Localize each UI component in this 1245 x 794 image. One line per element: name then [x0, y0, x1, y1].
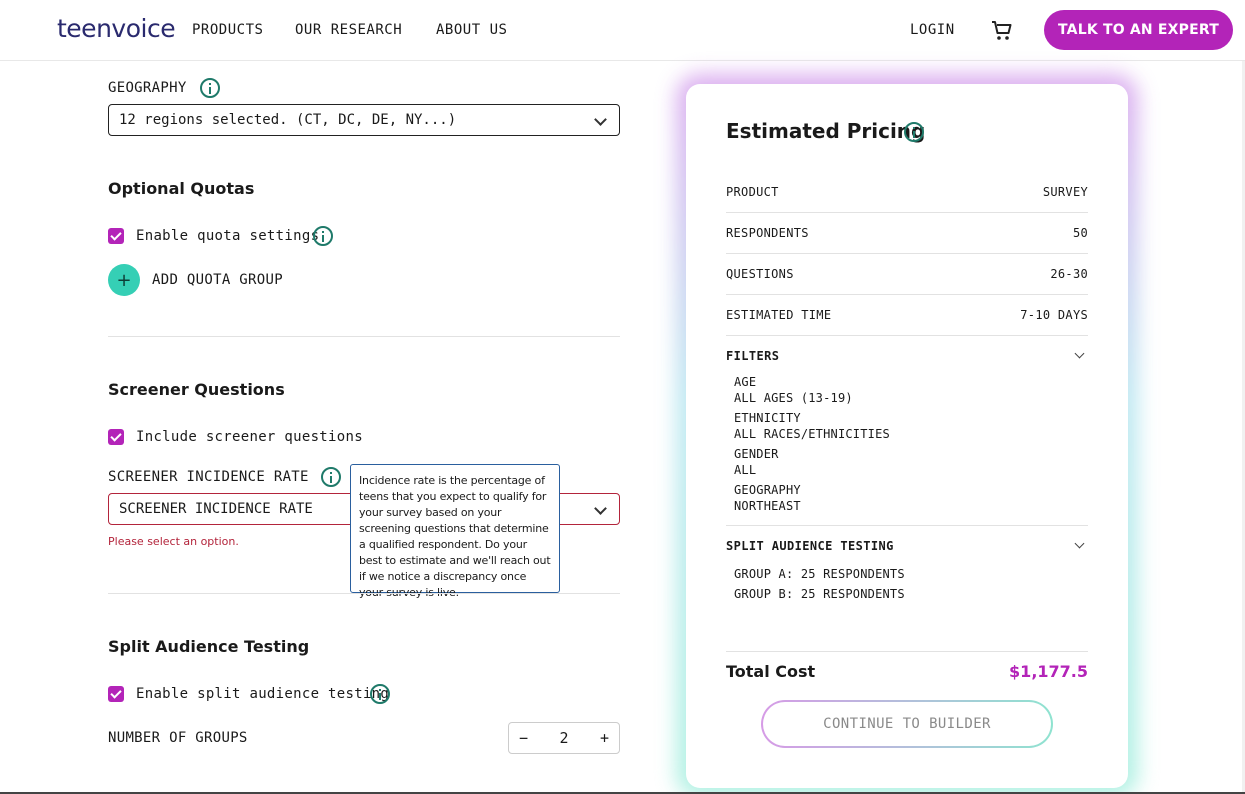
logo-text: teenvoice	[57, 13, 176, 43]
split-group-item: GROUP B: 25 RESPONDENTS	[734, 587, 905, 601]
pricing-info-icon[interactable]	[904, 122, 924, 142]
pricing-row: ESTIMATED TIME 7-10 DAYS	[726, 295, 1088, 336]
enable-quota-label: Enable quota settings	[136, 228, 320, 244]
cart-icon[interactable]	[990, 19, 1014, 43]
nav-about-us[interactable]: ABOUT US	[436, 22, 507, 38]
filter-value: ALL	[734, 463, 757, 477]
top-header: teenvoice PRODUCTS OUR RESEARCH ABOUT US…	[0, 0, 1245, 61]
optional-quotas-title: Optional Quotas	[108, 179, 255, 198]
pricing-row-value: 26-30	[1050, 267, 1088, 281]
quota-info-icon[interactable]	[313, 226, 333, 246]
screener-error-message: Please select an option.	[108, 535, 239, 548]
geography-select[interactable]: 12 regions selected. (CT, DC, DE, NY...)	[108, 104, 620, 136]
divider	[108, 336, 620, 337]
filter-name: GEOGRAPHY	[734, 483, 801, 497]
add-quota-group-label[interactable]: ADD QUOTA GROUP	[152, 272, 283, 288]
pricing-row-label: RESPONDENTS	[726, 226, 809, 240]
include-screener-checkbox[interactable]	[108, 429, 124, 445]
nav-products[interactable]: PRODUCTS	[192, 22, 263, 38]
geography-info-icon[interactable]	[200, 78, 220, 98]
plus-icon: +	[116, 269, 132, 291]
pricing-row: QUESTIONS 26-30	[726, 254, 1088, 295]
split-group-item: GROUP A: 25 RESPONDENTS	[734, 567, 905, 581]
include-screener-label: Include screener questions	[136, 429, 363, 445]
add-quota-group-button[interactable]: +	[108, 264, 140, 296]
geography-select-value: 12 regions selected. (CT, DC, DE, NY...)	[119, 112, 457, 128]
split-testing-heading[interactable]: SPLIT AUDIENCE TESTING	[726, 539, 894, 553]
filter-item: GENDER ALL	[734, 446, 779, 478]
nav-login[interactable]: LOGIN	[910, 22, 955, 38]
nav-our-research[interactable]: OUR RESEARCH	[295, 22, 402, 38]
enable-split-label: Enable split audience testing	[136, 686, 390, 702]
teenvoice-logo[interactable]: teenvoice	[25, 11, 176, 45]
chevron-down-icon	[594, 502, 607, 515]
split-groups-list: GROUP A: 25 RESPONDENTS GROUP B: 25 RESP…	[734, 564, 905, 604]
continue-button-label: CONTINUE TO BUILDER	[763, 702, 1051, 746]
divider	[108, 593, 620, 594]
pricing-row-label: PRODUCT	[726, 185, 779, 199]
estimated-pricing-title: Estimated Pricing	[726, 119, 926, 143]
pricing-row-value: 50	[1072, 226, 1088, 240]
filter-name: AGE	[734, 375, 757, 389]
filter-item: AGE ALL AGES (13-19)	[734, 374, 853, 406]
groups-stepper[interactable]: − 2 +	[508, 722, 620, 754]
groups-value: 2	[559, 729, 569, 747]
screener-questions-title: Screener Questions	[108, 380, 285, 399]
enable-quota-checkbox[interactable]	[108, 228, 124, 244]
number-of-groups-label: NUMBER OF GROUPS	[108, 730, 248, 746]
filter-name: GENDER	[734, 447, 779, 461]
decrement-button[interactable]: −	[519, 729, 528, 747]
screener-incidence-placeholder: SCREENER INCIDENCE RATE	[119, 501, 313, 517]
continue-to-builder-button[interactable]: CONTINUE TO BUILDER	[761, 700, 1053, 748]
pricing-row-value: SURVEY	[1042, 185, 1088, 199]
filter-item: GEOGRAPHY NORTHEAST	[734, 482, 801, 514]
pricing-row-label: ESTIMATED TIME	[726, 308, 832, 322]
pricing-row-label: QUESTIONS	[726, 267, 794, 281]
split-info-icon[interactable]	[370, 684, 390, 704]
increment-button[interactable]: +	[600, 729, 609, 747]
pricing-row: PRODUCT SURVEY	[726, 172, 1088, 213]
divider	[726, 525, 1088, 526]
filter-value: NORTHEAST	[734, 499, 801, 513]
divider	[726, 651, 1088, 652]
talk-to-expert-button[interactable]: TALK TO AN EXPERT	[1044, 10, 1233, 50]
filters-heading[interactable]: FILTERS	[726, 349, 779, 363]
screener-incidence-label: SCREENER INCIDENCE RATE	[108, 469, 309, 485]
incidence-info-icon[interactable]	[321, 467, 341, 487]
pricing-row-value: 7-10 DAYS	[1020, 308, 1088, 322]
total-cost-label: Total Cost	[726, 662, 816, 681]
soundwave-logo-icon	[26, 12, 56, 44]
filter-item: ETHNICITY ALL RACES/ETHNICITIES	[734, 410, 890, 442]
geography-label: GEOGRAPHY	[108, 80, 187, 96]
incidence-tooltip: Incidence rate is the percentage of teen…	[350, 464, 560, 599]
total-cost-value: $1,177.5	[1009, 662, 1088, 681]
filter-value: ALL RACES/ETHNICITIES	[734, 427, 890, 441]
pricing-row: RESPONDENTS 50	[726, 213, 1088, 254]
filter-name: ETHNICITY	[734, 411, 801, 425]
filter-value: ALL AGES (13-19)	[734, 391, 853, 405]
chevron-down-icon	[594, 113, 607, 126]
split-audience-title: Split Audience Testing	[108, 637, 310, 656]
enable-split-checkbox[interactable]	[108, 686, 124, 702]
